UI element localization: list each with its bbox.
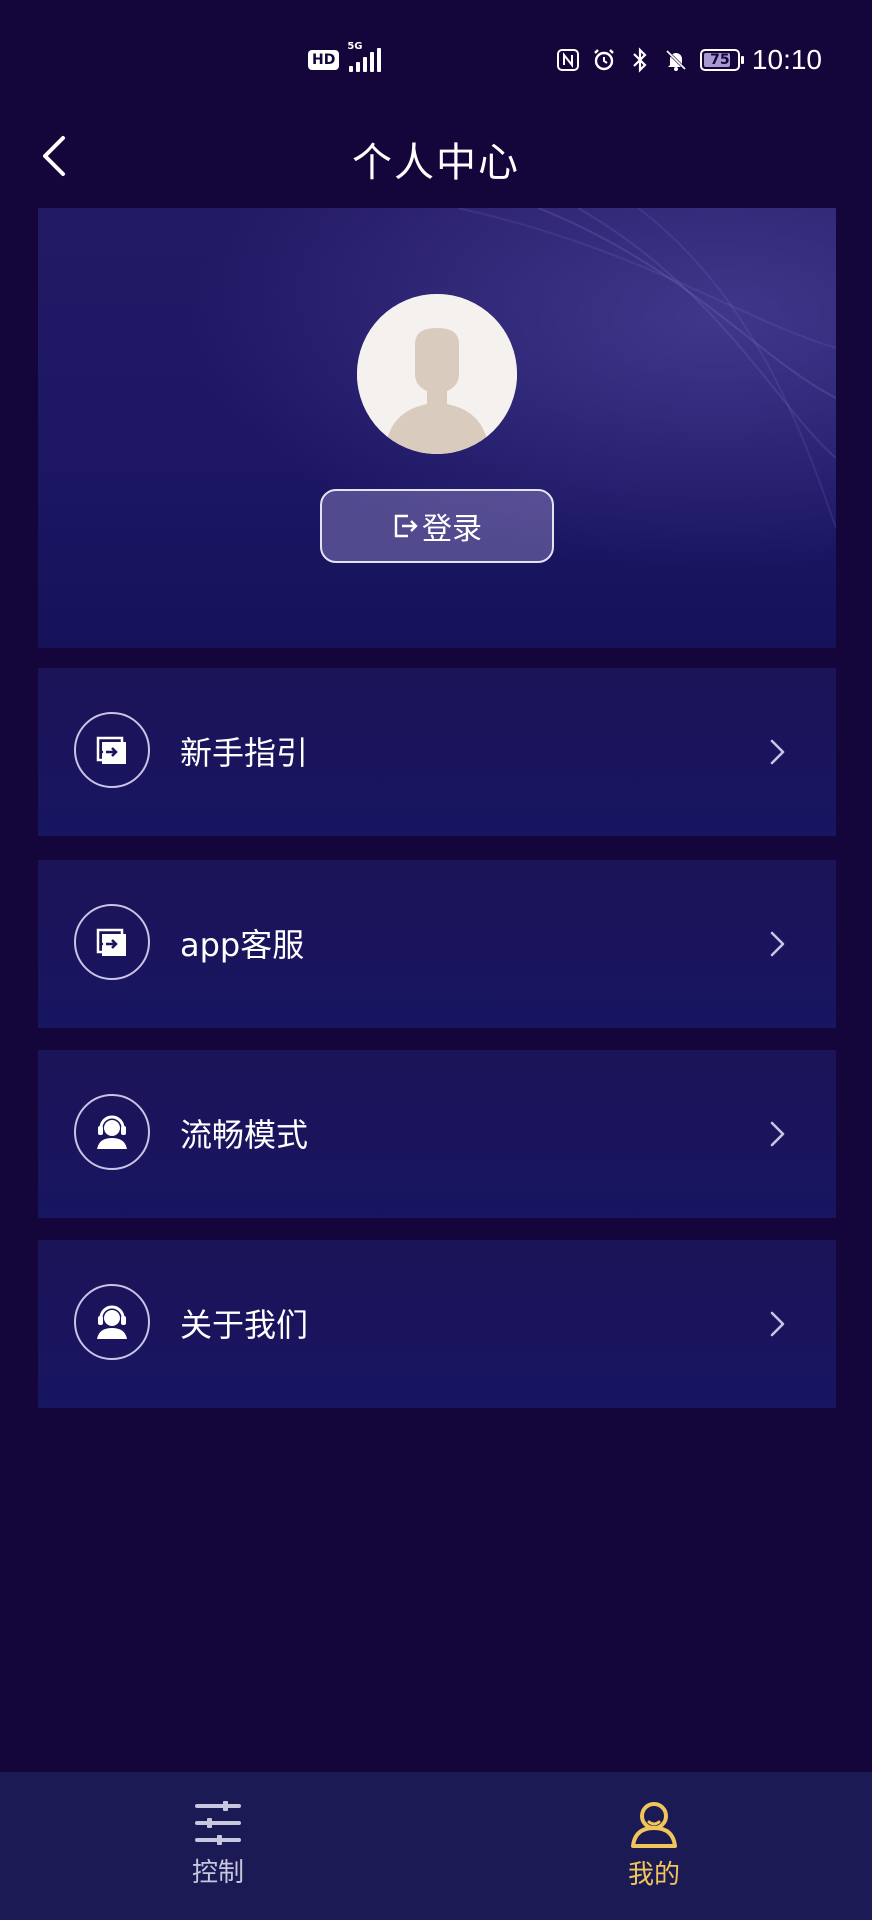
menu-item-label: 关于我们 [180, 1306, 309, 1344]
nfc-icon [556, 48, 580, 72]
login-button[interactable]: 登录 [320, 489, 554, 563]
status-left: HD 5G [308, 42, 382, 72]
cellular-signal-icon: 5G [347, 42, 382, 72]
chevron-right-icon [760, 1306, 796, 1342]
tab-mine[interactable]: 我的 [436, 1772, 872, 1920]
battery-level: 75 [710, 52, 730, 68]
nav-header: 个人中心 [0, 110, 872, 200]
menu-item-guide[interactable]: 新手指引 [38, 668, 836, 836]
status-right: 75 10:10 [556, 44, 822, 76]
menu-item-app-service[interactable]: app客服 [38, 860, 836, 1028]
tab-control[interactable]: 控制 [0, 1772, 436, 1920]
chevron-right-icon [760, 926, 796, 962]
sliders-icon [195, 1801, 241, 1845]
bluetooth-icon [628, 47, 652, 73]
login-label: 登录 [422, 512, 482, 547]
avatar[interactable] [357, 294, 517, 454]
menu-item-label: app客服 [180, 926, 305, 964]
login-icon [394, 514, 418, 538]
chevron-right-icon [760, 1116, 796, 1152]
menu-item-about-us[interactable]: 关于我们 [38, 1240, 836, 1408]
network-type: 5G [347, 41, 363, 52]
guide-icon [74, 712, 150, 788]
customer-service-icon [74, 1284, 150, 1360]
clock: 10:10 [751, 44, 822, 75]
default-avatar-icon [357, 294, 517, 454]
menu-item-smooth-mode[interactable]: 流畅模式 [38, 1050, 836, 1218]
alarm-icon [592, 48, 616, 72]
hd-badge: HD [308, 50, 340, 70]
profile-card: 登录 [38, 208, 836, 648]
bottom-tab-bar: 控制 我的 [0, 1772, 872, 1920]
user-icon [631, 1802, 677, 1848]
guide-icon [74, 904, 150, 980]
chevron-right-icon [760, 734, 796, 770]
mute-bell-icon [664, 48, 688, 72]
menu-item-label: 新手指引 [180, 734, 309, 772]
tab-label: 控制 [191, 1858, 244, 1888]
customer-service-icon [74, 1094, 150, 1170]
battery-icon: 75 [699, 49, 744, 71]
tab-label: 我的 [627, 1860, 680, 1890]
page-title: 个人中心 [352, 140, 520, 186]
menu-item-label: 流畅模式 [180, 1116, 309, 1154]
